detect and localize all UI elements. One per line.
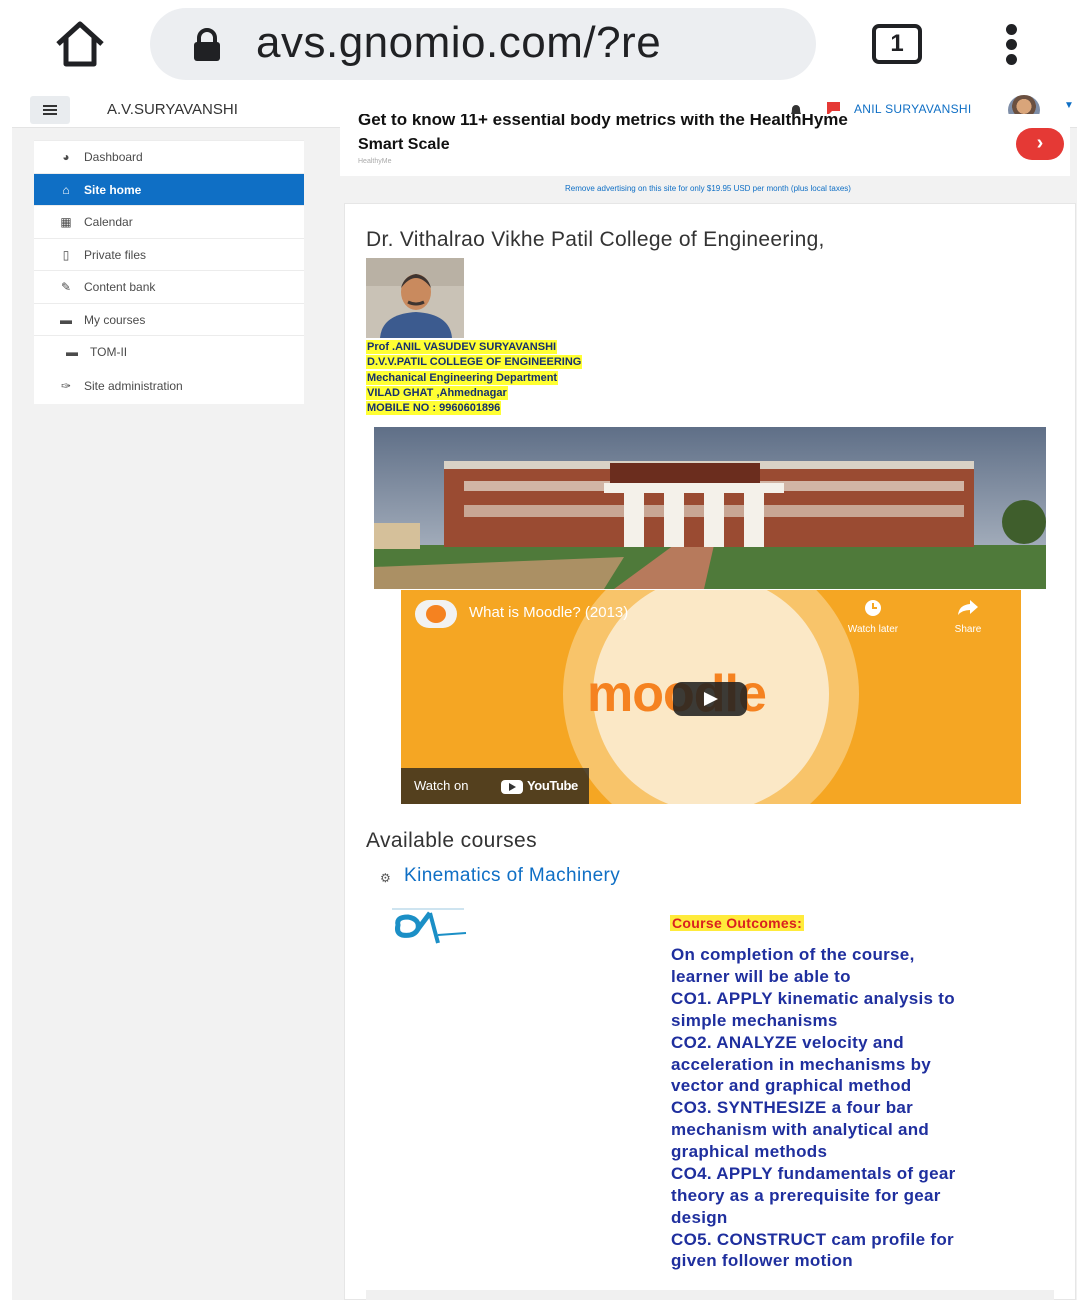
graduation-cap-icon: ▬ bbox=[66, 345, 78, 359]
share-icon bbox=[958, 600, 978, 615]
sidebar-item-label: Private files bbox=[84, 248, 147, 262]
ad-cutoff-text: Get to know 11+ essential body metrics w… bbox=[358, 114, 848, 129]
browser-menu-button[interactable] bbox=[998, 22, 1026, 66]
address-bar[interactable]: avs.gnomio.com/?re bbox=[150, 8, 816, 80]
sidebar-item-site-home[interactable]: ⌂ Site home bbox=[34, 173, 304, 205]
outcome-line: graphical methods bbox=[671, 1142, 828, 1161]
youtube-video-embed[interactable]: What is Moodle? (2013) Watch later Share… bbox=[401, 590, 1021, 804]
watch-later-button[interactable]: Watch later bbox=[837, 598, 909, 635]
sidebar-item-label: Content bank bbox=[84, 280, 156, 294]
outcome-line: given follower motion bbox=[671, 1251, 853, 1270]
profile-photo bbox=[366, 258, 464, 338]
outcome-line: mechanism with analytical and bbox=[671, 1120, 930, 1139]
outcome-line: CO2. ANALYZE velocity and bbox=[671, 1033, 904, 1052]
drawer-toggle-button[interactable] bbox=[30, 96, 70, 124]
url-text: avs.gnomio.com/?re bbox=[256, 18, 662, 67]
share-button[interactable]: Share bbox=[939, 598, 997, 635]
moodle-logo-icon bbox=[415, 600, 457, 628]
sidebar-item-label: My courses bbox=[84, 313, 146, 327]
browser-toolbar: avs.gnomio.com/?re 1 bbox=[0, 0, 1077, 90]
youtube-wordmark: YouTube bbox=[527, 778, 578, 793]
course-link-kinematics[interactable]: Kinematics of Machinery bbox=[404, 865, 620, 887]
outcome-line: design bbox=[671, 1208, 728, 1227]
course-image[interactable] bbox=[384, 905, 490, 955]
advertisement[interactable]: Get to know 11+ essential body metrics w… bbox=[340, 114, 1070, 176]
sidebar-item-private-files[interactable]: ▯ Private files bbox=[34, 238, 304, 270]
sidebar-item-label: Site home bbox=[84, 183, 142, 197]
graduation-cap-icon: ▬ bbox=[60, 313, 72, 327]
dashboard-icon: ◕ bbox=[62, 150, 70, 164]
outcome-line: acceleration in mechanisms by bbox=[671, 1055, 932, 1074]
more-dot-icon bbox=[1006, 24, 1017, 35]
sidebar-item-content-bank[interactable]: ✎ Content bank bbox=[34, 270, 304, 302]
sidebar-item-dashboard[interactable]: ◕ Dashboard bbox=[34, 140, 304, 172]
outcome-line: On completion of the course, bbox=[671, 945, 915, 964]
youtube-icon bbox=[501, 780, 523, 794]
sidebar-item-label: TOM-II bbox=[90, 345, 128, 359]
calendar-icon: ▦ bbox=[60, 215, 72, 229]
sidebar-item-tom-ii[interactable]: ▬ TOM-II bbox=[34, 335, 304, 367]
next-section-divider bbox=[366, 1290, 1054, 1300]
video-title[interactable]: What is Moodle? (2013) bbox=[469, 604, 628, 621]
more-dot-icon bbox=[1006, 39, 1017, 50]
watch-on-youtube-button[interactable]: Watch on YouTube bbox=[401, 768, 589, 804]
remove-advertising-link[interactable]: Remove advertising on this site for only… bbox=[340, 184, 1076, 193]
chevron-down-icon[interactable]: ▼ bbox=[1064, 100, 1074, 111]
sidebar-item-label: Site administration bbox=[84, 379, 183, 393]
sidebar-item-calendar[interactable]: ▦ Calendar bbox=[34, 205, 304, 237]
sidebar-item-site-administration[interactable]: ✑ Site administration bbox=[34, 370, 304, 402]
outcome-line: CO3. SYNTHESIZE a four bar bbox=[671, 1098, 914, 1117]
site-name[interactable]: A.V.SURYAVANSHI bbox=[107, 101, 238, 118]
outcome-line: theory as a prerequisite for gear bbox=[671, 1186, 941, 1205]
home-icon: ⌂ bbox=[62, 183, 70, 197]
outcome-line: CO1. APPLY kinematic analysis to bbox=[671, 989, 955, 1008]
chevron-right-icon[interactable]: › bbox=[1016, 128, 1064, 160]
profile-line: Mechanical Engineering Department bbox=[366, 371, 559, 385]
sidebar-item-my-courses[interactable]: ▬ My courses bbox=[34, 303, 304, 335]
nav-drawer-admin: ✑ Site administration bbox=[34, 370, 304, 404]
ad-source: HealthyMe bbox=[358, 158, 392, 165]
outcome-line: CO5. CONSTRUCT cam profile for bbox=[671, 1230, 954, 1249]
profile-line: VILAD GHAT ,Ahmednagar bbox=[366, 386, 508, 400]
clock-icon bbox=[865, 600, 881, 616]
outcome-line: learner will be able to bbox=[671, 967, 851, 986]
lock-icon bbox=[194, 28, 220, 61]
course-outcomes-heading: Course Outcomes: bbox=[670, 915, 805, 931]
profile-line: D.V.V.PATIL COLLEGE OF ENGINEERING bbox=[366, 355, 583, 369]
profile-line: MOBILE NO : 9960601896 bbox=[366, 401, 502, 415]
college-building-image bbox=[374, 427, 1046, 589]
outcome-line: CO4. APPLY fundamentals of gear bbox=[671, 1164, 956, 1183]
outcome-line: simple mechanisms bbox=[671, 1011, 838, 1030]
hamburger-icon bbox=[43, 105, 57, 107]
home-icon bbox=[56, 21, 104, 67]
available-courses-heading: Available courses bbox=[366, 829, 538, 852]
watch-later-label: Watch later bbox=[847, 624, 899, 635]
hamburger-icon-line bbox=[43, 109, 57, 111]
course-expand-icon[interactable]: ⚙ bbox=[380, 871, 391, 885]
sidebar-item-label: Dashboard bbox=[84, 150, 143, 164]
watch-on-label: Watch on bbox=[414, 778, 469, 793]
file-icon: ▯ bbox=[62, 248, 70, 262]
page-title: Dr. Vithalrao Vikhe Patil College of Eng… bbox=[366, 228, 825, 251]
hamburger-icon-line bbox=[43, 113, 57, 115]
profile-line: Prof .ANIL VASUDEV SURYAVANSHI bbox=[366, 340, 558, 354]
sidebar-item-label: Calendar bbox=[84, 215, 133, 229]
home-button[interactable] bbox=[52, 20, 108, 68]
nav-drawer-main: ◕ Dashboard ⌂ Site home ▦ Calendar ▯ Pri… bbox=[34, 140, 304, 370]
share-label: Share bbox=[954, 624, 982, 635]
play-icon[interactable] bbox=[673, 682, 747, 716]
tab-switcher-button[interactable]: 1 bbox=[872, 24, 922, 64]
wrench-icon: ✑ bbox=[60, 379, 72, 393]
ad-headline[interactable]: Smart Scale bbox=[358, 136, 450, 154]
more-dot-icon bbox=[1006, 54, 1017, 65]
brush-icon: ✎ bbox=[60, 280, 72, 294]
outcome-line: vector and graphical method bbox=[671, 1076, 912, 1095]
